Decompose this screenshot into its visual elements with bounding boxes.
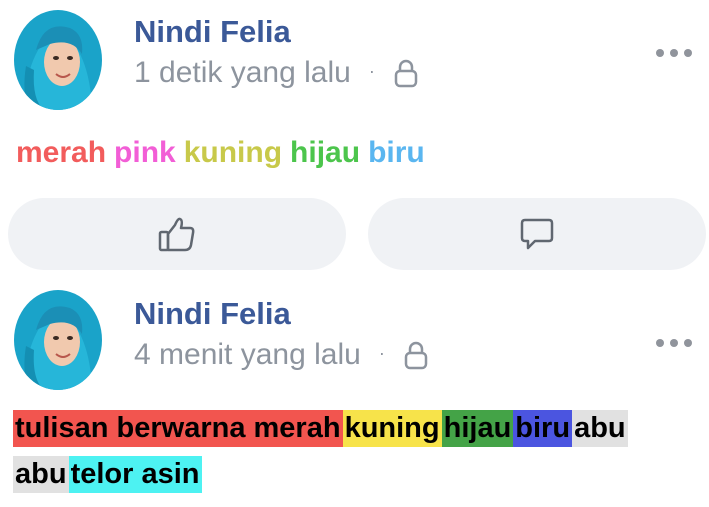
avatar[interactable] [14, 10, 102, 110]
timestamp[interactable]: 1 detik yang lalu [134, 56, 351, 90]
highlight-kuning: kuning [342, 410, 442, 447]
post-1: Nindi Felia 1 detik yang lalu · merah pin… [0, 0, 709, 280]
post-meta: 1 detik yang lalu · [134, 56, 419, 90]
separator-dot: · [378, 342, 385, 363]
lock-icon [394, 59, 418, 88]
author-name[interactable]: Nindi Felia [134, 14, 291, 50]
word-merah: merah [16, 136, 107, 169]
separator-dot: · [368, 60, 375, 81]
profile-photo [14, 290, 102, 390]
lock-icon [404, 341, 428, 370]
highlight-merah: tulisan berwarna merah [13, 410, 343, 447]
post-text-line-1: tulisan berwarna merah kuning hijau biru abu [13, 410, 628, 447]
timestamp[interactable]: 4 menit yang lalu [134, 338, 361, 372]
highlight-hijau: hijau [441, 410, 514, 447]
avatar[interactable] [14, 290, 102, 390]
word-hijau: hijau [290, 136, 361, 169]
word-biru: biru [368, 136, 425, 169]
post-text-line-2: abu telor asin [13, 456, 202, 493]
post-meta: 4 menit yang lalu · [134, 338, 429, 372]
more-options-icon[interactable] [655, 30, 693, 64]
thumbs-up-icon [158, 217, 195, 252]
word-kuning: kuning [183, 136, 283, 169]
comment-button[interactable] [368, 198, 706, 270]
post-2: Nindi Felia 4 menit yang lalu · tulisan … [0, 280, 709, 507]
more-options-icon[interactable] [655, 320, 693, 354]
highlight-telor-asin: telor asin [68, 456, 202, 493]
highlight-biru: biru [513, 410, 573, 447]
like-button[interactable] [8, 198, 346, 270]
comment-icon [520, 218, 554, 250]
word-pink: pink [114, 136, 176, 169]
post-text: merah pink kuning hijau biru [16, 136, 433, 170]
author-name[interactable]: Nindi Felia [134, 296, 291, 332]
profile-photo [14, 10, 102, 110]
highlight-abu: abu [13, 456, 69, 493]
highlight-abu: abu [572, 410, 628, 447]
